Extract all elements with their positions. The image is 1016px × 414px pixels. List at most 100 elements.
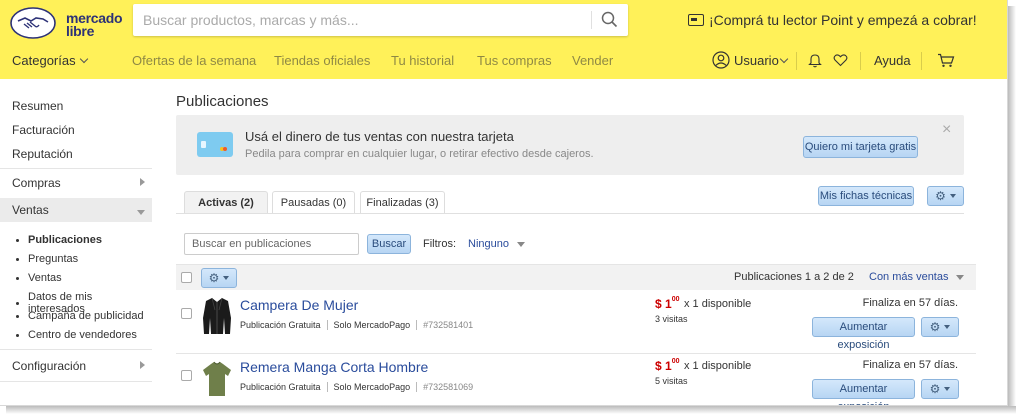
main-nav: Categorías Ofertas de la semana Tiendas … [0,50,1007,72]
sidebar-item-billing[interactable]: Facturación [12,123,75,137]
listing-search-input[interactable] [184,233,359,255]
listing-availability: x 1 disponible [684,298,752,310]
user-icon [712,51,730,69]
cart-button[interactable] [937,53,955,68]
close-icon[interactable]: × [942,121,951,139]
select-all-checkbox[interactable] [181,272,192,283]
boost-exposure-button[interactable]: Aumentar exposición [812,379,915,405]
listing-title-link[interactable]: Remera Manga Corta Hombre [240,359,428,375]
row-actions-button[interactable]: ⚙ [921,379,959,399]
help-link[interactable]: Ayuda [874,53,911,68]
handshake-icon [10,7,56,39]
bullet-icon [16,333,19,337]
request-card-button[interactable]: Quiero mi tarjeta gratis [803,136,918,158]
sidebar-subitem-questions[interactable]: Preguntas [16,253,78,265]
cart-icon [938,53,955,67]
boost-exposure-button[interactable]: Aumentar exposición [812,317,915,351]
chevron-down-icon [779,54,789,63]
nav-link-purchases[interactable]: Tus compras [477,53,552,68]
sidebar-item-sales[interactable]: Ventas [12,203,49,217]
heart-icon [833,54,848,67]
page-title: Publicaciones [176,93,269,110]
row-actions-button[interactable]: ⚙ [921,317,959,337]
user-menu[interactable]: Usuario [712,51,789,69]
nav-link-history[interactable]: Tu historial [391,53,454,68]
nav-categories-label: Categorías [12,53,76,68]
listing-search-button[interactable]: Buscar [367,234,411,254]
caret-down-icon [223,276,230,280]
bulk-actions-button[interactable]: ⚙ [201,268,237,288]
bullet-icon [16,314,19,318]
row-checkbox[interactable] [181,308,192,319]
bell-icon [808,54,822,68]
nav-link-offers[interactable]: Ofertas de la semana [132,53,256,68]
nav-link-sell[interactable]: Vender [572,53,613,68]
bullet-icon [16,276,19,280]
tech-sheets-button[interactable]: Mis fichas técnicas [818,186,914,206]
jacket-thumbnail[interactable] [200,296,234,336]
listing-type: Publicación Gratuita [240,382,321,392]
listing-type: Publicación Gratuita [240,320,321,330]
sidebar-item-reputation[interactable]: Reputación [12,147,73,161]
results-count: Publicaciones 1 a 2 de 2 [734,271,854,283]
caret-down-icon [944,325,951,329]
settings-menu-button[interactable]: ⚙ [927,186,964,206]
tab-active[interactable]: Activas (2) [184,191,268,214]
promo-link[interactable]: ¡Comprá tu lector Point y empezá a cobra… [688,12,977,28]
price-symbol: $ [655,359,662,373]
notifications-button[interactable] [808,53,822,68]
sidebar-subitem-label: Preguntas [28,253,79,265]
user-name: Usuario [734,52,779,68]
window-shadow-right [1008,6,1016,414]
row-checkbox[interactable] [181,370,192,381]
sidebar-item-summary[interactable]: Resumen [12,99,63,113]
chevron-down-icon [79,54,88,64]
tabs-underline [176,213,964,214]
meta-divider [326,320,328,330]
caret-down-icon [949,194,956,198]
sidebar-subitem-seller-center[interactable]: Centro de vendedores [16,329,137,341]
nav-categories[interactable]: Categorías [12,53,88,68]
listing-availability: x 1 disponible [684,360,752,372]
listing-ends: Finaliza en 57 días. [862,359,958,371]
sort-value: Con más ventas [869,271,949,283]
filters-value: Ninguno [468,238,509,250]
sort-dropdown[interactable]: Con más ventas [869,271,965,283]
mercadolibre-logo[interactable]: mercado libre [10,6,123,40]
listing-row: Campera De Mujer Publicación Gratuita So… [176,292,976,354]
listing-title-link[interactable]: Campera De Mujer [240,297,358,313]
search-input[interactable] [143,11,583,29]
price-symbol: $ [655,297,662,311]
sidebar-item-purchases[interactable]: Compras [12,176,61,190]
sidebar-subitem-ads[interactable]: Campaña de publicidad [16,310,144,322]
bullet-icon [16,257,19,261]
listing-price: $ 100 [655,296,680,311]
favorites-button[interactable] [833,53,848,67]
sidebar-item-settings[interactable]: Configuración [12,359,86,373]
listing-payment: Solo MercadoPago [333,320,411,330]
price-decimals: 00 [671,296,680,303]
sidebar-subitem-sales[interactable]: Ventas [16,272,62,284]
caret-down-icon [516,241,525,247]
list-header: ⚙ Publicaciones 1 a 2 de 2 Con más venta… [176,264,976,290]
chevron-right-icon [140,361,145,369]
bullet-icon [16,301,19,305]
listing-row: Remera Manga Corta Hombre Publicación Gr… [176,354,976,405]
listing-meta: Publicación Gratuita Solo MercadoPago #7… [240,320,473,330]
filters-dropdown[interactable]: Ninguno [468,238,525,250]
app-window: mercado libre ¡Comprá tu lector Point y … [0,0,1008,406]
nav-divider [796,52,797,70]
header: mercado libre ¡Comprá tu lector Point y … [0,0,1007,79]
caret-down-icon [944,387,951,391]
price-decimals: 00 [671,358,680,365]
search-button[interactable] [599,10,621,30]
sidebar-subitem-listings[interactable]: Publicaciones [16,234,102,246]
tshirt-thumbnail[interactable] [200,358,234,398]
tab-finished[interactable]: Finalizadas (3) [360,191,445,214]
listing-id: #732581401 [423,320,474,330]
nav-link-official-stores[interactable]: Tiendas oficiales [274,53,370,68]
gear-icon: ⚙ [208,271,220,285]
logo-text-libre: libre [66,23,95,39]
listing-visits: 5 visitas [655,376,688,386]
tab-paused[interactable]: Pausadas (0) [272,191,355,214]
